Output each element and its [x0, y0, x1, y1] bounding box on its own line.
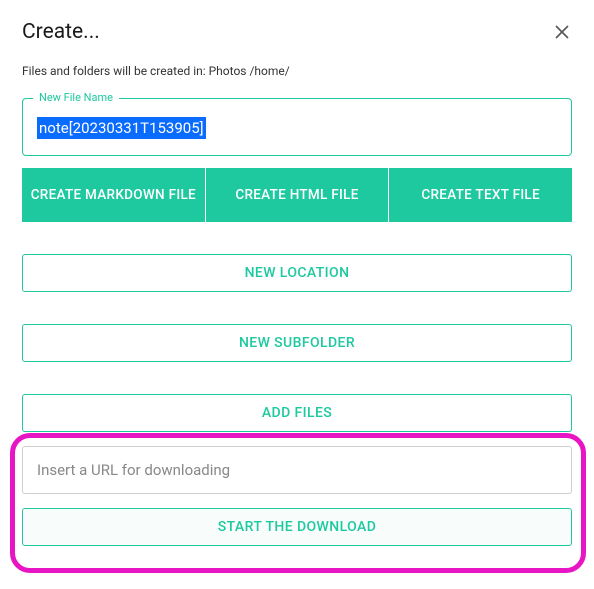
create-dialog: Create... Files and folders will be crea… [0, 0, 594, 566]
new-location-button[interactable]: NEW LOCATION [22, 254, 572, 292]
url-download-group: START THE DOWNLOAD [22, 446, 572, 546]
close-icon[interactable] [552, 22, 572, 42]
create-button-group: CREATE MARKDOWN FILE CREATE HTML FILE CR… [22, 168, 572, 222]
start-download-button[interactable]: START THE DOWNLOAD [22, 508, 572, 546]
filename-fieldset: New File Name note[20230331T153905] [22, 98, 572, 156]
create-markdown-button[interactable]: CREATE MARKDOWN FILE [22, 168, 205, 222]
create-html-button[interactable]: CREATE HTML FILE [206, 168, 389, 222]
url-input[interactable] [22, 446, 572, 494]
x-icon [554, 24, 570, 40]
create-text-button[interactable]: CREATE TEXT FILE [389, 168, 572, 222]
filename-legend: New File Name [33, 91, 119, 104]
filename-input[interactable]: note[20230331T153905] [37, 117, 206, 139]
filename-input-wrap[interactable]: note[20230331T153905] [23, 99, 571, 155]
add-files-button[interactable]: ADD FILES [22, 394, 572, 432]
dialog-title: Create... [22, 20, 100, 44]
dialog-header: Create... [22, 20, 572, 44]
new-subfolder-button[interactable]: NEW SUBFOLDER [22, 324, 572, 362]
location-subtext: Files and folders will be created in: Ph… [22, 64, 572, 78]
